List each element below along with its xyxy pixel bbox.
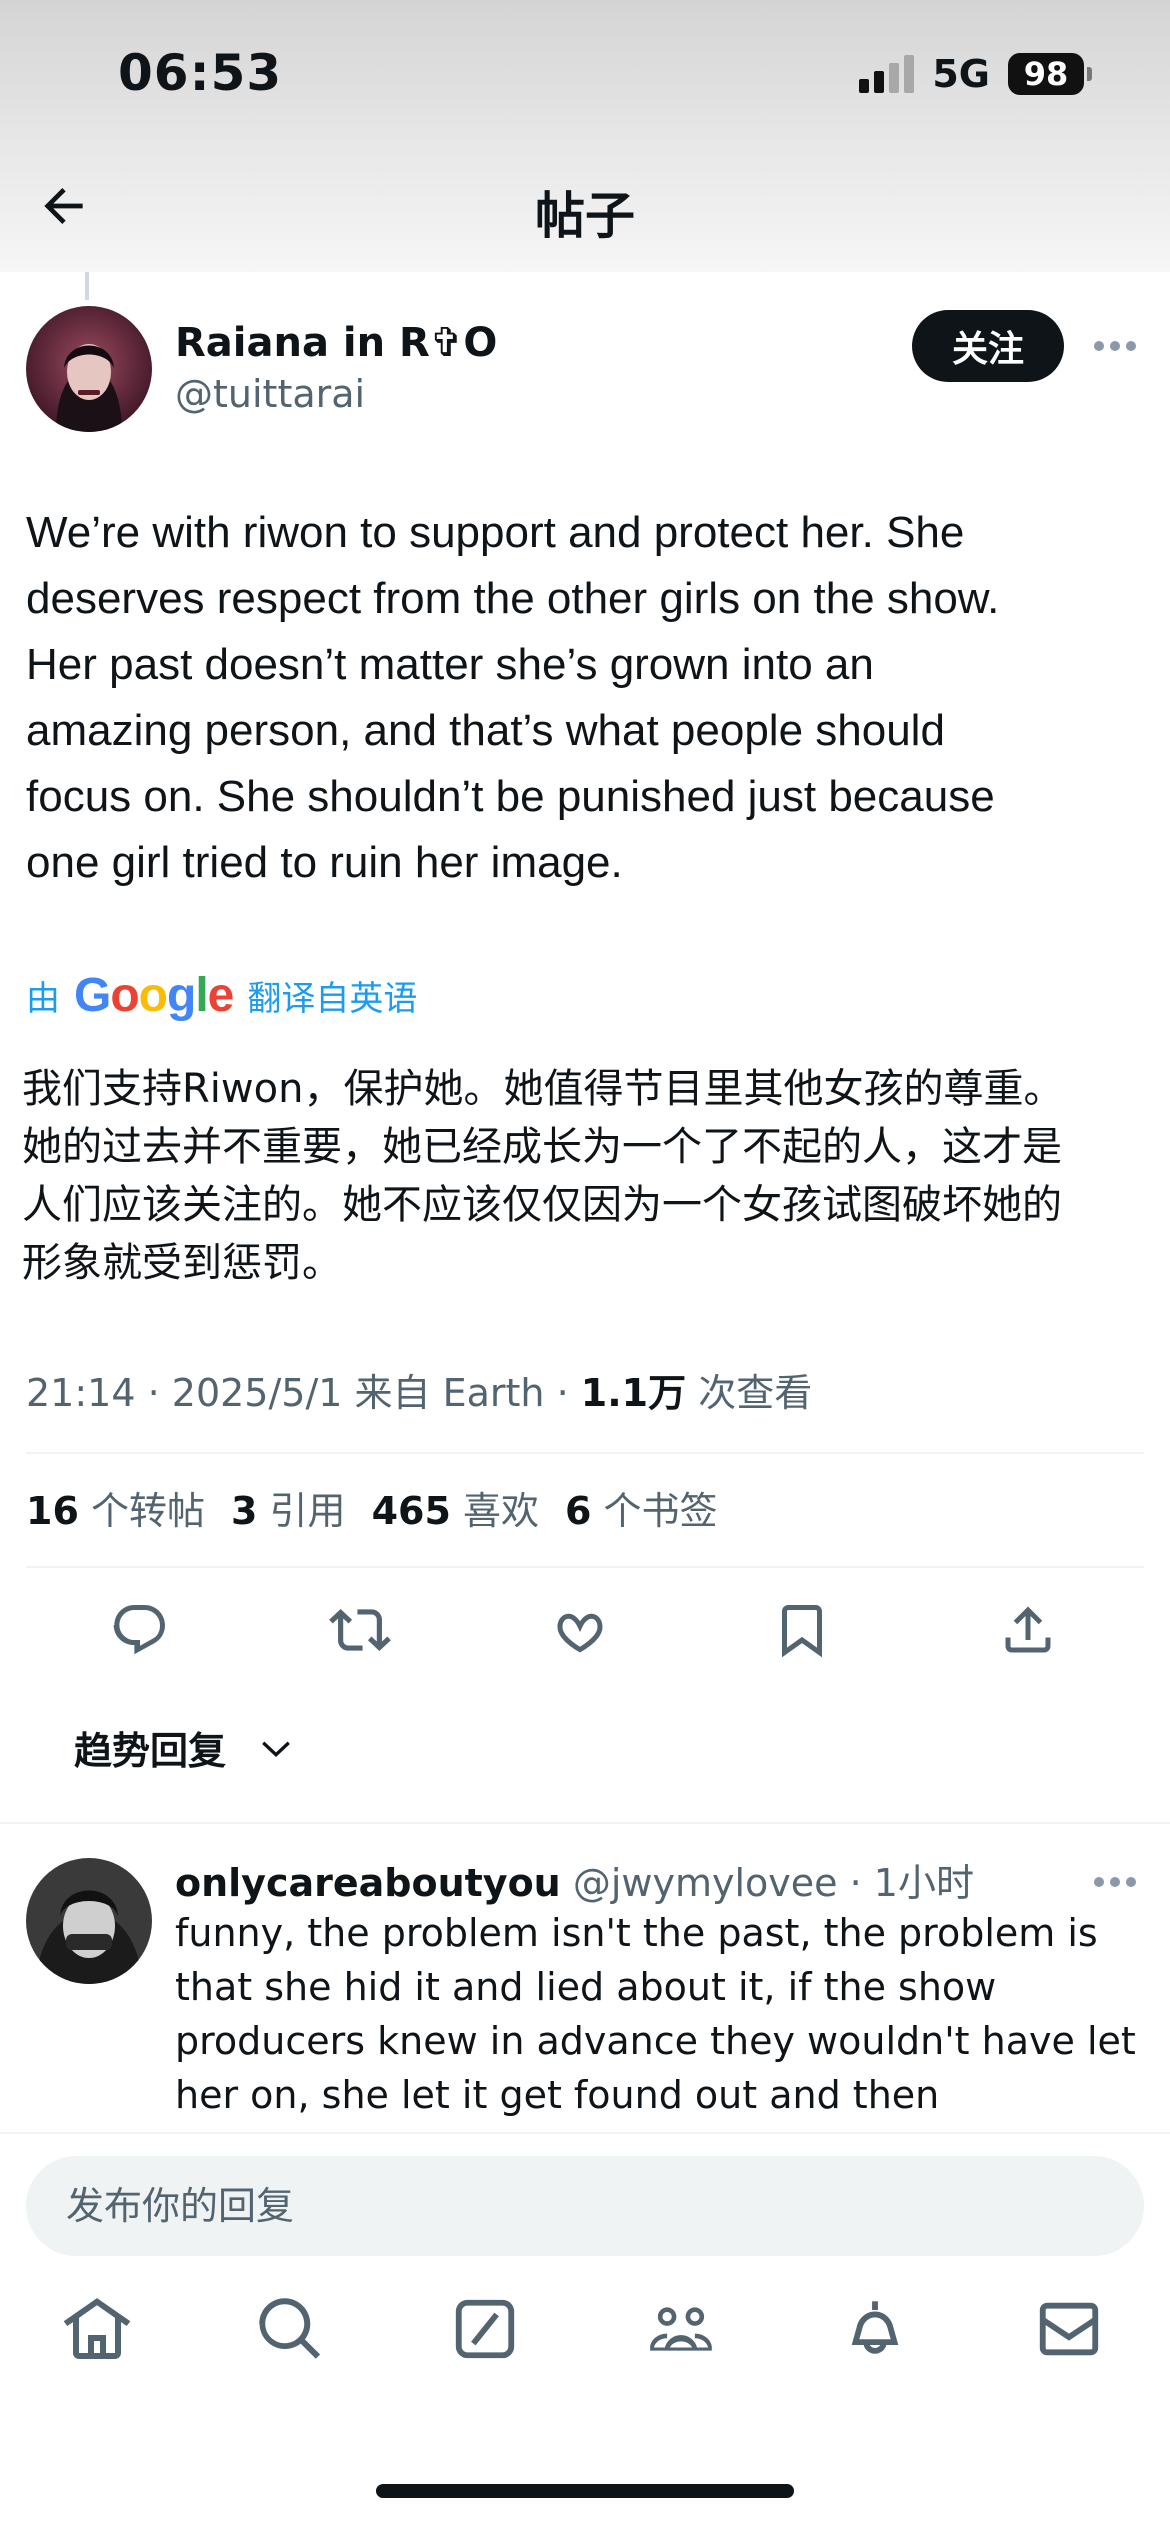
reply-composer[interactable] xyxy=(26,2156,1144,2256)
bookmarks-stat[interactable]: 6 个书签 xyxy=(565,1480,718,1535)
view-label: 次查看 xyxy=(698,1371,813,1415)
repost-icon xyxy=(329,1609,391,1651)
reply-author-handle[interactable]: @jwymylovee xyxy=(573,1861,838,1905)
post-line: deserves respect from the other girls on… xyxy=(26,574,1000,623)
nav-grok[interactable] xyxy=(440,2284,530,2374)
sort-label: 趋势回复 xyxy=(74,1729,227,1773)
post-actions xyxy=(0,1590,1170,1670)
network-type: 5G xyxy=(932,52,990,96)
status-time: 06:53 xyxy=(118,44,283,102)
translation-by: 由 xyxy=(26,979,60,1019)
bottom-nav xyxy=(0,2284,1170,2394)
section-divider xyxy=(0,1822,1170,1824)
post-text: We’re with riwon to support and protect … xyxy=(26,500,1146,896)
reply-author-name[interactable]: onlycareaboutyou xyxy=(175,1861,561,1905)
battery-level: 98 xyxy=(1008,53,1084,95)
signal-icon xyxy=(859,55,915,93)
divider xyxy=(26,1566,1144,1568)
reply-time: 1小时 xyxy=(873,1861,974,1905)
divider xyxy=(26,1452,1144,1454)
google-logo: Google xyxy=(74,969,234,1022)
more-horizontal-icon xyxy=(1094,341,1136,351)
reply-line: producers knew in advance they wouldn't … xyxy=(175,2019,1136,2063)
reply-line: that she hid it and lied about it, if th… xyxy=(175,1965,997,2009)
likes-stat[interactable]: 465 喜欢 xyxy=(372,1480,539,1535)
mail-icon xyxy=(1039,2302,1099,2356)
sort-replies-dropdown[interactable]: 趋势回复 xyxy=(74,1720,294,1775)
nav-search[interactable] xyxy=(245,2284,335,2374)
reposts-stat[interactable]: 16 个转帖 xyxy=(26,1480,205,1535)
bell-icon xyxy=(851,2301,899,2354)
more-horizontal-icon xyxy=(1094,1877,1136,1887)
search-icon xyxy=(259,2298,321,2359)
post-stats: 16 个转帖 3 引用 465 喜欢 6 个书签 xyxy=(26,1480,718,1535)
status-indicators: 5G 98 xyxy=(859,52,1092,96)
translation-attribution[interactable]: 由 Google 翻译自英语 xyxy=(26,968,417,1023)
heart-icon xyxy=(557,1613,603,1653)
nav-messages[interactable] xyxy=(1024,2284,1114,2374)
post-line: focus on. She shouldn’t be punished just… xyxy=(26,772,995,821)
reply-line: her on, she let it get found out and the… xyxy=(175,2073,940,2117)
translated-line: 我们支持Riwon，保护她。她值得节目里其他女孩的尊重。 xyxy=(22,1066,1064,1112)
bookmark-icon xyxy=(782,1605,822,1658)
post-date: 2025/5/1 xyxy=(171,1371,343,1415)
chevron-down-icon xyxy=(262,1741,290,1757)
author-avatar[interactable] xyxy=(26,306,152,432)
post-time: 21:14 xyxy=(26,1371,136,1415)
reply-avatar[interactable] xyxy=(26,1858,152,1984)
reply-header: onlycareaboutyou @jwymylovee · 1小时 xyxy=(175,1861,974,1905)
home-icon xyxy=(63,2298,131,2359)
translated-text: 我们支持Riwon，保护她。她值得节目里其他女孩的尊重。 她的过去并不重要，她已… xyxy=(22,1060,1152,1292)
post-line: We’re with riwon to support and protect … xyxy=(26,508,965,557)
reply-more-button[interactable] xyxy=(1086,1862,1144,1902)
share-button[interactable] xyxy=(988,1590,1068,1670)
like-button[interactable] xyxy=(540,1590,620,1670)
follow-button[interactable]: 关注 xyxy=(912,310,1064,382)
translated-line: 形象就受到惩罚。 xyxy=(22,1240,342,1286)
repost-button[interactable] xyxy=(320,1590,400,1670)
post-line: Her past doesn’t matter she’s grown into… xyxy=(26,640,874,689)
author-handle[interactable]: @tuittarai xyxy=(175,372,365,416)
thread-line xyxy=(85,272,89,300)
top-bar: 06:53 5G 98 帖子 xyxy=(0,0,1170,272)
home-indicator xyxy=(376,2484,794,2498)
grok-icon xyxy=(455,2299,515,2359)
more-options-button[interactable] xyxy=(1086,322,1144,370)
bottom-bar xyxy=(0,2132,1170,2532)
post-line: amazing person, and that’s what people s… xyxy=(26,706,945,755)
nav-notifications[interactable] xyxy=(830,2284,920,2374)
reply-icon xyxy=(113,1605,165,1655)
quotes-stat[interactable]: 3 引用 xyxy=(231,1480,346,1535)
view-count: 1.1万 xyxy=(580,1371,687,1415)
communities-icon xyxy=(650,2307,712,2351)
battery-icon: 98 xyxy=(1008,53,1092,95)
reply-button[interactable] xyxy=(100,1590,180,1670)
post-source: 来自 Earth xyxy=(354,1371,545,1415)
post-line: one girl tried to ruin her image. xyxy=(26,838,623,887)
post-meta: 21:14 · 2025/5/1 来自 Earth · 1.1万 次查看 xyxy=(26,1371,813,1415)
page-title: 帖子 xyxy=(535,187,635,245)
translated-line: 人们应该关注的。她不应该仅仅因为一个女孩试图破坏她的 xyxy=(22,1182,1062,1228)
translated-line: 她的过去并不重要，她已经成长为一个了不起的人，这才是 xyxy=(22,1124,1062,1170)
nav-home[interactable] xyxy=(52,2284,142,2374)
author-name[interactable]: Raiana in R✞O xyxy=(175,320,497,366)
share-icon xyxy=(1005,1606,1051,1653)
translation-source-lang: 翻译自英语 xyxy=(247,979,418,1019)
reply-line: funny, the problem isn't the past, the p… xyxy=(175,1911,1098,1955)
bookmark-button[interactable] xyxy=(762,1590,842,1670)
nav-communities[interactable] xyxy=(636,2284,726,2374)
reply-input[interactable] xyxy=(26,2156,1144,2256)
reply-text: funny, the problem isn't the past, the p… xyxy=(175,1906,1155,2122)
